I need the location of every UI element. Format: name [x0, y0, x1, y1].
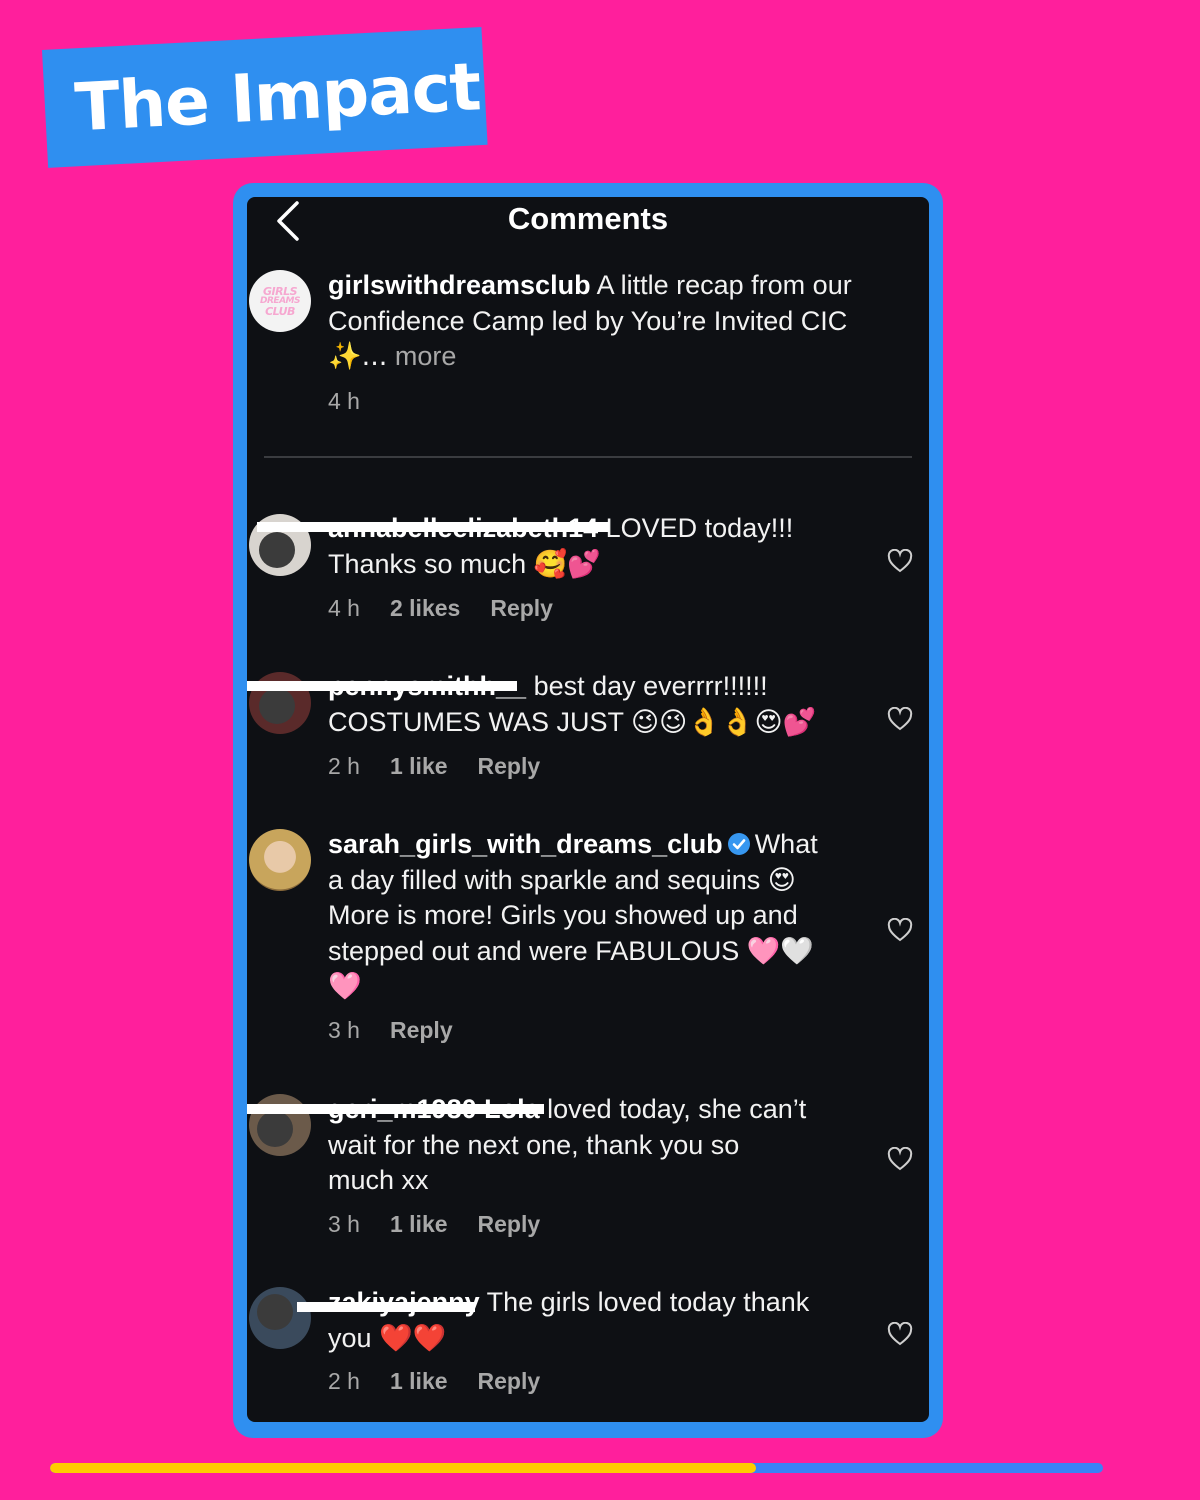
- comment-meta: 2 h 1 like Reply: [328, 1368, 540, 1395]
- comment-text: wait for the next one, thank you so: [328, 1129, 740, 1160]
- reply-button[interactable]: Reply: [478, 1211, 541, 1238]
- reply-button[interactable]: Reply: [390, 1017, 453, 1044]
- heart-outline-icon[interactable]: [887, 549, 913, 573]
- post-meta: 4 h: [328, 388, 360, 415]
- username-redaction: [247, 681, 517, 691]
- more-link[interactable]: more: [395, 341, 457, 371]
- reply-button[interactable]: Reply: [478, 753, 541, 780]
- comment-likes[interactable]: 1 like: [390, 1211, 448, 1238]
- verified-badge-icon: [727, 833, 750, 855]
- comment-text: a day filled with sparkle and sequins 😍: [328, 864, 796, 895]
- avatar-logo-line: CLUB: [265, 304, 295, 318]
- divider: [264, 456, 912, 458]
- comment-text: you ❤️❤️: [328, 1322, 447, 1353]
- comment-text: More is more! Girls you showed up and: [328, 900, 798, 930]
- heart-outline-icon[interactable]: [887, 1322, 913, 1346]
- comment-meta: 4 h 2 likes Reply: [328, 595, 553, 622]
- heart-outline-icon[interactable]: [887, 1147, 913, 1171]
- comment-likes[interactable]: 1 like: [390, 753, 448, 780]
- comment-avatar[interactable]: [249, 829, 311, 891]
- reply-button[interactable]: Reply: [490, 595, 553, 622]
- comment-meta: 3 h 1 like Reply: [328, 1211, 540, 1238]
- reply-button[interactable]: Reply: [478, 1368, 541, 1395]
- comment-time: 2 h: [328, 1368, 360, 1394]
- comment-username[interactable]: sarah_girls_with_dreams_club: [328, 829, 723, 859]
- username-redaction: [247, 1104, 544, 1114]
- comment-meta: 2 h 1 like Reply: [328, 753, 540, 780]
- post-avatar[interactable]: GIRLS DREAMS CLUB: [249, 270, 311, 332]
- comment: zakiyajenny The girls loved today thank …: [328, 1285, 898, 1356]
- progress-bar: [50, 1463, 1103, 1473]
- comment-text: The girls loved today thank: [486, 1287, 810, 1317]
- heart-outline-icon[interactable]: [887, 918, 913, 942]
- comment-text: LOVED today!!!: [605, 513, 794, 543]
- username-redaction: [297, 1302, 475, 1312]
- comment-time: 2 h: [328, 753, 360, 779]
- comment-text: loved today, she can’t: [547, 1094, 807, 1124]
- redaction-dot: [257, 1294, 293, 1330]
- comment-text: 🩷: [328, 971, 362, 1001]
- post-emoji: ✨...: [328, 341, 388, 372]
- comment: pennysmithh__ best day everrrr!!!!!! COS…: [328, 669, 898, 740]
- redaction-dot: [259, 532, 295, 568]
- post-username[interactable]: girlswithdreamsclub: [328, 270, 591, 300]
- comment-text: Thanks so much 🥰💕: [328, 548, 601, 579]
- redaction-dot: [259, 688, 295, 724]
- comment-likes[interactable]: 2 likes: [390, 595, 460, 622]
- comment-text: much xx: [328, 1165, 429, 1195]
- comment-likes[interactable]: 1 like: [390, 1368, 448, 1395]
- heart-outline-icon[interactable]: [887, 707, 913, 731]
- comments-screen: Comments GIRLS DREAMS CLUB girlswithdrea…: [247, 197, 929, 1422]
- post-time: 4 h: [328, 388, 360, 414]
- comment-text: COSTUMES WAS JUST 😉😉👌👌😍💕: [328, 706, 817, 737]
- avatar-logo-line: GIRLS: [262, 284, 298, 298]
- screen-title: Comments: [507, 201, 669, 236]
- comment-text: What: [754, 829, 818, 859]
- username-redaction: [257, 522, 609, 532]
- comment-time: 3 h: [328, 1211, 360, 1237]
- comment: sarah_girls_with_dreams_club What a day f…: [328, 827, 898, 1005]
- post-caption: girlswithdreamsclub A little recap from …: [328, 268, 898, 375]
- comment-meta: 3 h Reply: [328, 1017, 453, 1044]
- title-banner: The Impact: [42, 26, 488, 168]
- progress-fill: [50, 1463, 756, 1473]
- comment-time: 4 h: [328, 595, 360, 621]
- comment-time: 3 h: [328, 1017, 360, 1043]
- comment-text: best day everrrr!!!!!!: [533, 671, 768, 701]
- redaction-dot: [257, 1111, 293, 1147]
- comment-text: stepped out and were FABULOUS 🩷🤍: [328, 935, 814, 966]
- banner-title: The Impact: [73, 47, 483, 146]
